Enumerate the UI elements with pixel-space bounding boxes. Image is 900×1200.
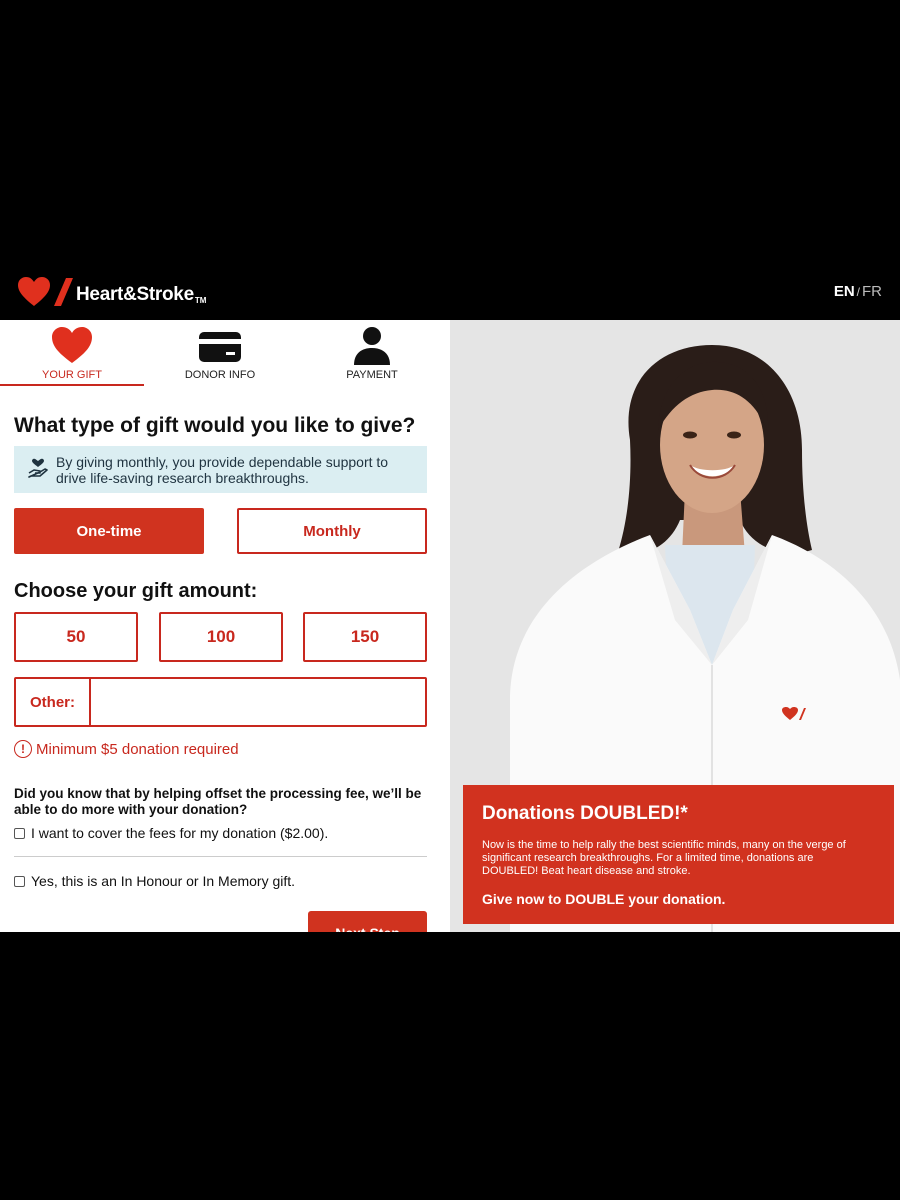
amount-100-button[interactable]: 100 (159, 612, 283, 662)
progress-steps: YOUR GIFT DONOR INFO PAYMENT (0, 320, 450, 390)
person-icon (353, 326, 391, 371)
promo-cta: Give now to DOUBLE your donation. (482, 891, 726, 907)
hero-panel: Donations DOUBLED!* Now is the time to h… (450, 320, 900, 932)
language-switcher: EN / FR (834, 283, 882, 300)
one-time-button[interactable]: One-time (14, 508, 204, 554)
donations-doubled-banner: Donations DOUBLED!* Now is the time to h… (463, 785, 894, 924)
step-your-gift[interactable]: YOUR GIFT (0, 320, 144, 386)
heart-and-stroke-logo[interactable]: Heart&Stroke TM (16, 276, 206, 308)
tribute-gift-label: Yes, this is an In Honour or In Memory g… (31, 873, 296, 889)
lang-separator: / (856, 285, 860, 299)
next-step-button[interactable]: Next Step (308, 911, 427, 932)
step-label: DONOR INFO (184, 369, 256, 381)
promo-title: Donations DOUBLED!* (482, 803, 688, 824)
brand-name: Heart&Stroke (76, 284, 194, 305)
gift-amount-heading: Choose your gift amount: (14, 580, 258, 602)
cover-fees-option[interactable]: I want to cover the fees for my donation… (14, 825, 328, 841)
cover-fees-label: I want to cover the fees for my donation… (31, 825, 329, 841)
tribute-gift-checkbox[interactable] (14, 875, 25, 887)
other-amount-label: Other: (16, 679, 91, 725)
hand-heart-icon (28, 458, 48, 483)
monthly-button[interactable]: Monthly (237, 508, 427, 554)
step-label: PAYMENT (346, 369, 398, 381)
gift-type-heading: What type of gift would you like to give… (14, 414, 416, 437)
divider (14, 856, 427, 857)
amount-50-button[interactable]: 50 (14, 612, 138, 662)
amount-150-button[interactable]: 150 (303, 612, 427, 662)
alert-icon: ! (14, 740, 32, 758)
monthly-info-banner: By giving monthly, you provide dependabl… (14, 446, 427, 493)
error-text: Minimum $5 donation required (36, 740, 239, 758)
heart-stroke-logo-icon (18, 277, 73, 306)
tribute-gift-option[interactable]: Yes, this is an In Honour or In Memory g… (14, 873, 295, 889)
step-payment[interactable]: PAYMENT (300, 320, 444, 386)
trademark: TM (194, 296, 207, 305)
other-amount-input[interactable] (93, 679, 425, 725)
minimum-donation-error: ! Minimum $5 donation required (14, 740, 239, 758)
lang-en-link[interactable]: EN (834, 283, 855, 300)
promo-body: Now is the time to help rally the best s… (482, 839, 846, 877)
processing-fee-question: Did you know that by helping offset the … (14, 786, 422, 817)
step-label: YOUR GIFT (42, 369, 102, 381)
other-amount-field: Other: (14, 677, 427, 727)
cover-fees-checkbox[interactable] (14, 827, 25, 839)
donation-form: YOUR GIFT DONOR INFO PAYMENT What type o… (0, 320, 450, 932)
info-text: By giving monthly, you provide dependabl… (56, 454, 389, 486)
lang-fr-link[interactable]: FR (862, 283, 882, 300)
heart-icon (51, 326, 93, 369)
site-header: Heart&Stroke TM EN / FR (0, 262, 900, 320)
credit-card-icon (199, 332, 241, 367)
step-donor-info[interactable]: DONOR INFO (148, 320, 292, 386)
